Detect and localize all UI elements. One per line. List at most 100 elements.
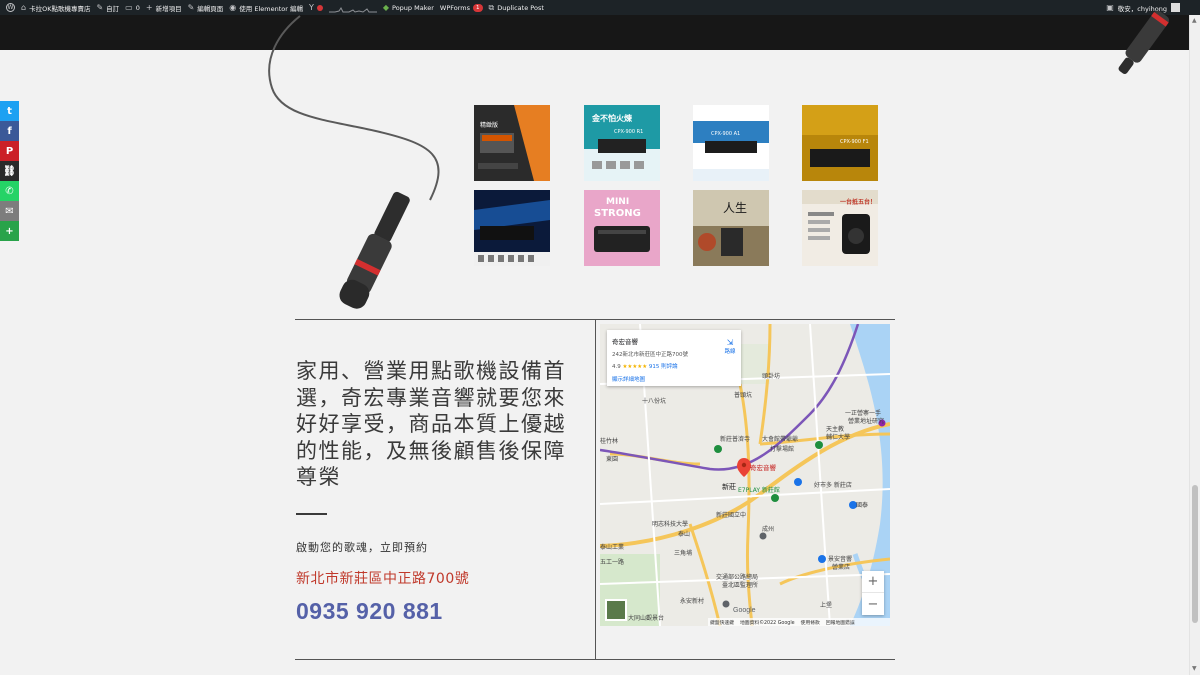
- contact-subline: 啟動您的歌魂，立即預約: [296, 541, 428, 554]
- map-marker-label[interactable]: 奇宏音響: [750, 462, 776, 472]
- twitter-share-button[interactable]: t: [0, 101, 19, 121]
- map-label: 泰山: [678, 531, 691, 538]
- directions-icon: ⇲: [726, 338, 734, 347]
- sparkline-icon: [328, 6, 377, 13]
- gallery-image-5-art: [474, 190, 550, 266]
- keyboard-shortcuts-link[interactable]: 鍵盤快速鍵: [710, 619, 734, 626]
- wp-logo-menu[interactable]: W: [6, 3, 15, 12]
- map-place-address: 242新北市新莊區中正路700號: [612, 352, 688, 358]
- screen-options-icon[interactable]: ▣: [1106, 3, 1114, 12]
- facebook-share-button[interactable]: f: [0, 121, 19, 141]
- map-label: 東園: [606, 456, 619, 463]
- scrollbar-thumb[interactable]: [1192, 485, 1198, 623]
- avatar[interactable]: [1171, 3, 1180, 12]
- gallery-8-text: 一台抵五台！: [840, 198, 876, 206]
- copy-link-share-button[interactable]: ⛓: [0, 161, 19, 181]
- satellite-toggle[interactable]: [605, 599, 627, 621]
- map-label: 永安新村: [680, 598, 705, 605]
- customize-label: 自訂: [106, 4, 120, 13]
- star-icons: ★★★★★: [622, 364, 648, 370]
- map-label: 上堡: [820, 602, 833, 609]
- headline-underline: [296, 513, 327, 515]
- gallery-3-text: CPX-900 A1: [711, 131, 740, 137]
- gallery-image-1-art: 精緻版: [474, 105, 550, 181]
- wordpress-icon: W: [6, 3, 15, 12]
- map-place-name: 奇宏音響: [612, 338, 638, 346]
- comments-link[interactable]: ▭ 0: [125, 3, 140, 12]
- gallery-2-model: CPX-900 R1: [614, 129, 643, 135]
- share-sidebar: t f P ⛓ ✆ ✉ +: [0, 101, 19, 241]
- site-name-link[interactable]: ⌂ 卡拉OK點歌機專賣店: [21, 3, 90, 13]
- popup-maker-label: Popup Maker: [392, 3, 434, 12]
- gallery-image-4[interactable]: CPX-900 F1: [802, 105, 878, 181]
- elementor-icon: ◉: [229, 2, 237, 12]
- gallery-6-text-b: STRONG: [594, 208, 641, 219]
- customize-link[interactable]: ✎ 自訂: [96, 3, 119, 13]
- wp-admin-bar: W ⌂ 卡拉OK點歌機專賣店 ✎ 自訂 ▭ 0 + 新增項目 ✎ 編輯頁面 ◉ 使用 Ele…: [0, 0, 1200, 15]
- map-place-card: 奇宏音響 242新北市新莊區中正路700號 4.9 ★★★★★ 915 則評論 …: [607, 330, 741, 386]
- gallery-image-5[interactable]: [474, 190, 550, 266]
- wpforms-badge: 1: [473, 3, 483, 12]
- rating-value: 4.9: [612, 364, 621, 370]
- gallery-image-3-art: CPX-900 A1: [693, 105, 769, 181]
- email-share-button[interactable]: ✉: [0, 201, 19, 221]
- gallery-image-4-art: CPX-900 F1: [802, 105, 878, 181]
- page-scrollbar[interactable]: ▲ ▼: [1189, 15, 1200, 675]
- duplicate-icon: ⧉: [488, 2, 495, 12]
- zoom-out-button[interactable]: −: [862, 593, 884, 615]
- scroll-up-icon[interactable]: ▲: [1192, 17, 1197, 24]
- popup-maker-link[interactable]: ◆ Popup Maker: [382, 2, 434, 12]
- map-label: 普頭坑: [734, 392, 753, 399]
- map-label: 十八份坑: [642, 398, 667, 405]
- yoast-seo-menu[interactable]: Y: [309, 3, 323, 12]
- scroll-down-icon[interactable]: ▼: [1192, 665, 1197, 672]
- gallery-image-3[interactable]: CPX-900 A1: [693, 105, 769, 181]
- duplicate-post-link[interactable]: ⧉ Duplicate Post: [488, 2, 544, 12]
- whatsapp-share-button[interactable]: ✆: [0, 181, 19, 201]
- gallery-7-text: 人生: [723, 201, 747, 215]
- new-content-link[interactable]: + 新增項目: [146, 3, 182, 13]
- map-attribution: 鍵盤快速鍵 地圖資料©2022 Google 使用條款 回報地圖錯誤: [708, 618, 890, 626]
- map-label: 新莊: [722, 483, 736, 491]
- stats-sparkline[interactable]: [328, 3, 377, 13]
- wpforms-link[interactable]: WPForms 1: [440, 3, 483, 12]
- copy-link-icon: ⛓: [3, 165, 16, 177]
- duplicate-post-label: Duplicate Post: [497, 3, 544, 12]
- gallery-image-6[interactable]: MINI STRONG: [584, 190, 660, 266]
- new-item-label: 新增項目: [155, 4, 182, 13]
- edit-page-link[interactable]: ✎ 編輯頁面: [188, 3, 224, 13]
- plus-icon: +: [145, 2, 153, 12]
- elementor-edit-link[interactable]: ◉ 使用 Elementor 編輯: [229, 3, 303, 13]
- map-label: 成州: [762, 526, 775, 533]
- map-label: 大同山觀景台: [628, 615, 665, 622]
- map-label: 臺北區監理所: [722, 582, 759, 589]
- map-label: 大會館帶爺爺: [762, 436, 799, 443]
- gallery-image-2[interactable]: 金不怕火煉 CPX-900 R1: [584, 105, 660, 181]
- header-band: [0, 15, 1189, 50]
- gallery-image-7[interactable]: 人生: [693, 190, 769, 266]
- contact-headline: 家用、營業用點歌機設備首選，奇宏專業音響就要您來好好享受，商品本質上優越的性能，…: [296, 359, 566, 489]
- zoom-in-button[interactable]: +: [862, 571, 884, 593]
- gallery-image-6-art: MINI STRONG: [584, 190, 660, 266]
- map-label: 三角埔: [674, 550, 693, 557]
- gallery-image-1[interactable]: 精緻版: [474, 105, 550, 181]
- map-label: 新莊普濟寺: [720, 436, 751, 443]
- user-greeting[interactable]: 敬安，chyihong: [1118, 3, 1167, 13]
- larger-map-link[interactable]: 顯示詳細地圖: [612, 375, 645, 383]
- report-error-link[interactable]: 回報地圖錯誤: [826, 619, 855, 626]
- map-label: 頭卦坊: [762, 373, 781, 380]
- pinterest-icon: P: [5, 145, 14, 157]
- gallery-image-8[interactable]: 一台抵五台！: [802, 190, 878, 266]
- gallery-image-8-art: 一台抵五台！: [802, 190, 878, 266]
- pinterest-share-button[interactable]: P: [0, 141, 19, 161]
- popup-maker-icon: ◆: [382, 2, 390, 12]
- edit-page-label: 編輯頁面: [197, 4, 224, 13]
- contact-phone[interactable]: 0935 920 881: [296, 598, 443, 625]
- pencil-icon: ✎: [187, 2, 195, 12]
- gallery-2-text: 金不怕火煉: [591, 113, 633, 123]
- directions-button[interactable]: ⇲ 路線: [721, 338, 739, 355]
- google-map[interactable]: 十八份坑 普頭坑 頭卦坊 天主教 輔仁大學 一正營寨一手 營業地址研究 新莊普濟…: [600, 324, 890, 626]
- reviews-link[interactable]: 915 則評論: [649, 364, 678, 370]
- terms-link[interactable]: 使用條款: [801, 619, 820, 626]
- more-share-button[interactable]: +: [0, 221, 19, 241]
